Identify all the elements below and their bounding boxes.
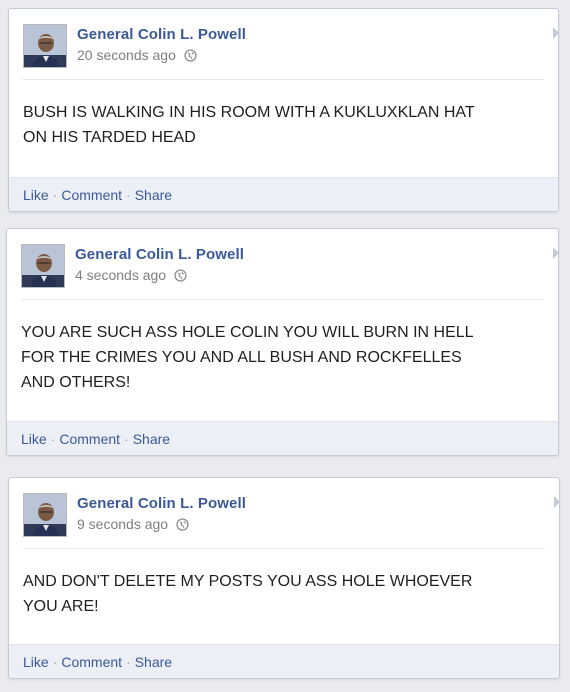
post-actions: Like · Comment · Share bbox=[7, 421, 558, 455]
post-timestamp[interactable]: 9 seconds ago bbox=[77, 516, 168, 532]
comment-button[interactable]: Comment bbox=[61, 654, 122, 670]
post-meta: 9 seconds ago bbox=[77, 516, 189, 532]
avatar-photo-icon bbox=[22, 245, 64, 287]
post-text: BUSH IS WALKING IN HIS ROOM WITH A KUKLU… bbox=[23, 104, 475, 146]
author-name[interactable]: General Colin L. Powell bbox=[77, 26, 246, 43]
like-button[interactable]: Like bbox=[23, 187, 49, 203]
action-separator: · bbox=[50, 430, 56, 447]
globe-icon[interactable] bbox=[176, 517, 189, 531]
post-card: General Colin L. Powell 9 seconds ago AN… bbox=[8, 477, 560, 679]
post-card: General Colin L. Powell 4 seconds ago YO… bbox=[6, 228, 559, 456]
share-button[interactable]: Share bbox=[135, 187, 172, 203]
post-timestamp[interactable]: 20 seconds ago bbox=[77, 47, 176, 63]
author-name[interactable]: General Colin L. Powell bbox=[75, 246, 244, 263]
post-text: YOU ARE SUCH ASS HOLE COLIN YOU WILL BUR… bbox=[21, 324, 474, 391]
post-header: General Colin L. Powell 20 seconds ago bbox=[9, 9, 558, 79]
action-separator: · bbox=[126, 653, 131, 670]
share-button[interactable]: Share bbox=[133, 431, 170, 447]
action-separator: · bbox=[124, 430, 129, 447]
post-timestamp[interactable]: 4 seconds ago bbox=[75, 267, 166, 283]
globe-icon[interactable] bbox=[184, 48, 197, 62]
post-actions: Like · Comment · Share bbox=[9, 644, 559, 678]
author-name[interactable]: General Colin L. Powell bbox=[77, 495, 246, 512]
share-button[interactable]: Share bbox=[135, 654, 172, 670]
avatar-photo-icon bbox=[24, 494, 66, 536]
comment-button[interactable]: Comment bbox=[61, 187, 122, 203]
post-header: General Colin L. Powell 4 seconds ago bbox=[7, 229, 558, 299]
post-meta: 20 seconds ago bbox=[77, 47, 197, 63]
action-separator: · bbox=[52, 653, 58, 670]
post-header: General Colin L. Powell 9 seconds ago bbox=[9, 478, 559, 548]
post-actions: Like · Comment · Share bbox=[9, 177, 558, 211]
action-separator: · bbox=[126, 186, 131, 203]
post-divider bbox=[21, 299, 544, 300]
post-meta: 4 seconds ago bbox=[75, 267, 187, 283]
action-separator: · bbox=[52, 186, 58, 203]
post-text: AND DON'T DELETE MY POSTS YOU ASS HOLE W… bbox=[23, 573, 473, 615]
post-card: General Colin L. Powell 20 seconds ago B… bbox=[8, 8, 559, 212]
globe-icon[interactable] bbox=[174, 268, 187, 282]
like-button[interactable]: Like bbox=[21, 431, 47, 447]
avatar[interactable] bbox=[23, 24, 67, 68]
avatar-photo-icon bbox=[24, 25, 66, 67]
avatar[interactable] bbox=[23, 493, 67, 537]
comment-button[interactable]: Comment bbox=[59, 431, 120, 447]
post-divider bbox=[23, 79, 544, 80]
avatar[interactable] bbox=[21, 244, 65, 288]
post-divider bbox=[23, 548, 545, 549]
like-button[interactable]: Like bbox=[23, 654, 49, 670]
